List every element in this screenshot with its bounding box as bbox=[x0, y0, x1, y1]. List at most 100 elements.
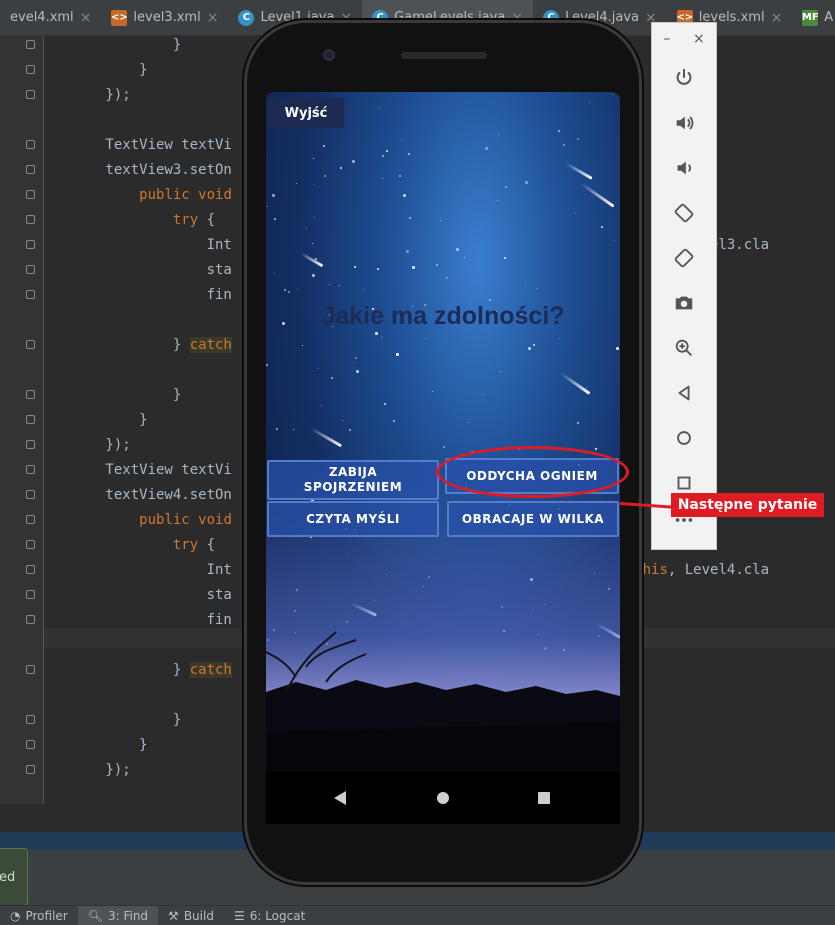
code-line[interactable]: } bbox=[38, 711, 181, 729]
tab-level3-xml[interactable]: <> level3.xml × bbox=[101, 0, 228, 36]
code-line[interactable]: } bbox=[38, 736, 147, 754]
back-button[interactable] bbox=[652, 370, 716, 415]
screenshot-button[interactable] bbox=[652, 280, 716, 325]
fold-marker[interactable] bbox=[26, 465, 35, 474]
close-icon[interactable]: × bbox=[207, 10, 219, 26]
overview-icon bbox=[677, 476, 691, 489]
volume-down-icon bbox=[677, 161, 691, 174]
tool-window-profiler[interactable]: ◔ Profiler bbox=[0, 906, 78, 925]
code-line[interactable]: textView4.setOn bbox=[38, 486, 231, 504]
fold-marker[interactable] bbox=[26, 40, 35, 49]
rotate-right-button[interactable] bbox=[652, 235, 716, 280]
tool-window-label: 6: Logcat bbox=[249, 908, 306, 923]
code-line[interactable]: textView3.setOn bbox=[38, 161, 231, 179]
tab-level4-xml[interactable]: evel4.xml × bbox=[0, 0, 101, 36]
answer-button-1[interactable]: ZABIJA SPOJRZENIEM bbox=[267, 460, 439, 500]
fold-marker[interactable] bbox=[26, 65, 35, 74]
fold-marker[interactable] bbox=[26, 415, 35, 424]
code-line[interactable]: } bbox=[38, 411, 147, 429]
close-icon[interactable]: × bbox=[771, 10, 783, 26]
tool-window-label: 3: Find bbox=[107, 908, 149, 923]
code-line[interactable]: TextView textVi bbox=[38, 136, 231, 154]
code-line[interactable]: } catch bbox=[38, 661, 232, 679]
fold-marker[interactable] bbox=[26, 440, 35, 449]
android-nav-bar bbox=[266, 772, 620, 824]
code-line[interactable]: public void bbox=[38, 511, 232, 529]
fold-marker[interactable] bbox=[26, 515, 35, 524]
code-line[interactable]: }); bbox=[38, 86, 130, 104]
logcat-icon: ☰ bbox=[233, 908, 245, 923]
nav-home-icon[interactable] bbox=[437, 792, 449, 804]
nav-back-icon[interactable] bbox=[334, 791, 346, 805]
fold-marker[interactable] bbox=[26, 215, 35, 224]
code-line[interactable]: } bbox=[38, 386, 181, 404]
tool-window-find[interactable]: 🔍︎ 3: Find bbox=[77, 905, 159, 925]
profiler-icon: ◔ bbox=[10, 908, 21, 923]
tab-label: evel4.xml bbox=[10, 10, 74, 25]
exit-button[interactable]: Wyjść bbox=[268, 98, 344, 128]
code-line[interactable]: } catch bbox=[38, 336, 232, 354]
code-line[interactable]: fin bbox=[38, 286, 232, 304]
fold-marker[interactable] bbox=[26, 765, 35, 774]
code-line[interactable]: fin bbox=[38, 611, 232, 629]
fold-marker[interactable] bbox=[26, 740, 35, 749]
manifest-file-icon: MF bbox=[802, 9, 819, 26]
code-line[interactable]: } bbox=[38, 61, 147, 79]
fold-marker[interactable] bbox=[26, 540, 35, 549]
code-line[interactable]: public void bbox=[38, 186, 232, 204]
fold-marker[interactable] bbox=[26, 165, 35, 174]
answer-button-4[interactable]: OBRACAJE W WILKA bbox=[447, 501, 619, 537]
answer-button-3[interactable]: CZYTA MYŚLI bbox=[267, 501, 439, 537]
fold-marker[interactable] bbox=[26, 290, 35, 299]
annotation-circle bbox=[436, 446, 629, 498]
fold-marker[interactable] bbox=[26, 665, 35, 674]
fold-marker[interactable] bbox=[26, 590, 35, 599]
notification-toast[interactable]: ed bbox=[0, 848, 28, 906]
nav-buttons bbox=[334, 791, 550, 805]
tool-window-label: Profiler bbox=[25, 908, 68, 923]
camera-icon bbox=[675, 296, 693, 309]
minimize-button[interactable]: – bbox=[663, 31, 670, 47]
code-line[interactable]: try { bbox=[38, 536, 215, 554]
fold-marker[interactable] bbox=[26, 490, 35, 499]
code-line[interactable]: try { bbox=[38, 211, 215, 229]
tool-window-logcat[interactable]: ☰ 6: Logcat bbox=[224, 906, 315, 925]
java-class-icon: C bbox=[238, 9, 255, 26]
volume-up-button[interactable] bbox=[652, 100, 716, 145]
code-line[interactable]: Int bbox=[38, 561, 232, 579]
front-camera bbox=[323, 49, 335, 61]
tab-manifest[interactable]: MF A bbox=[792, 0, 835, 36]
home-button[interactable] bbox=[652, 415, 716, 460]
fold-marker[interactable] bbox=[26, 265, 35, 274]
fold-marker[interactable] bbox=[26, 565, 35, 574]
close-icon[interactable]: × bbox=[80, 10, 92, 26]
fold-marker[interactable] bbox=[26, 715, 35, 724]
home-icon bbox=[677, 430, 691, 445]
fold-marker[interactable] bbox=[26, 390, 35, 399]
code-line[interactable]: Int bbox=[38, 236, 232, 254]
fold-marker[interactable] bbox=[26, 615, 35, 624]
power-button[interactable] bbox=[652, 55, 716, 100]
code-line[interactable]: sta bbox=[38, 586, 232, 604]
fold-marker[interactable] bbox=[26, 190, 35, 199]
volume-down-button[interactable] bbox=[652, 145, 716, 190]
tab-label: level3.xml bbox=[133, 10, 201, 25]
code-line[interactable]: } bbox=[38, 36, 181, 54]
rotate-left-icon bbox=[674, 203, 694, 222]
tool-window-build[interactable]: ⚒ Build bbox=[158, 906, 224, 925]
rotate-left-button[interactable] bbox=[652, 190, 716, 235]
code-line[interactable]: }); bbox=[38, 761, 130, 779]
fold-marker[interactable] bbox=[26, 240, 35, 249]
zoom-button[interactable] bbox=[652, 325, 716, 370]
back-icon bbox=[678, 385, 690, 400]
fold-marker[interactable] bbox=[26, 340, 35, 349]
nav-overview-icon[interactable] bbox=[538, 792, 550, 804]
close-button[interactable]: × bbox=[693, 31, 705, 47]
code-line[interactable]: TextView textVi bbox=[38, 461, 231, 479]
fold-marker[interactable] bbox=[26, 140, 35, 149]
app-screen bbox=[266, 92, 620, 772]
code-line[interactable]: }); bbox=[38, 436, 130, 454]
fold-marker[interactable] bbox=[26, 90, 35, 99]
code-line[interactable]: sta bbox=[38, 261, 232, 279]
question-text: Jakie ma zdolności? bbox=[321, 302, 565, 330]
